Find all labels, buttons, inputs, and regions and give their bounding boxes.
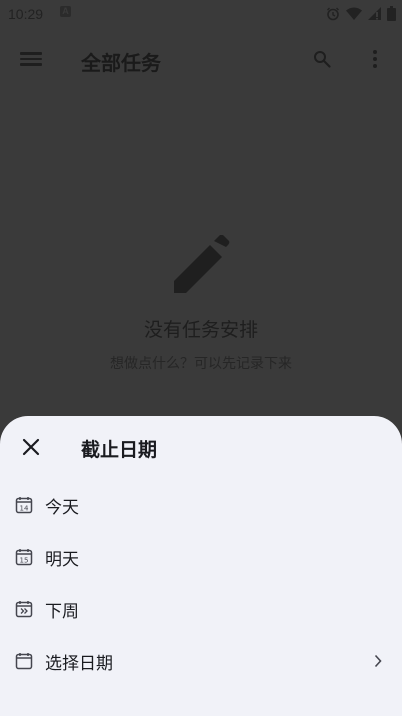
due-date-sheet: 截止日期 14 今天 15 明天 下周 选择日期	[0, 416, 402, 716]
option-today[interactable]: 14 今天	[0, 480, 402, 532]
option-next-week[interactable]: 下周	[0, 584, 402, 636]
option-label-next-week: 下周	[45, 602, 79, 622]
app-bar: 全部任务	[0, 38, 402, 82]
tomorrow-day-number: 15	[20, 557, 29, 565]
alarm-icon	[327, 7, 339, 20]
battery-icon	[387, 6, 396, 21]
today-day-number: 14	[20, 505, 29, 513]
option-pick-date[interactable]: 选择日期	[0, 636, 402, 688]
close-icon[interactable]	[22, 438, 40, 456]
calendar-today-icon: 14	[15, 497, 33, 514]
empty-title: 没有任务安排	[143, 319, 258, 341]
search-icon[interactable]	[313, 50, 331, 68]
a-badge-text: A	[62, 6, 69, 16]
option-label-today: 今天	[45, 498, 79, 518]
status-time: 10:29	[8, 6, 44, 22]
calendar-tomorrow-icon: 15	[15, 549, 33, 566]
empty-subtitle: 想做点什么？可以先记录下来	[110, 356, 292, 372]
page-title: 全部任务	[81, 51, 161, 75]
a-notification-icon: A	[60, 6, 71, 17]
signal-icon	[368, 7, 381, 20]
option-tomorrow[interactable]: 15 明天	[0, 532, 402, 584]
option-label-tomorrow: 明天	[45, 550, 79, 570]
calendar-next-week-icon	[15, 601, 33, 618]
status-bar: 10:29 A	[0, 0, 402, 28]
more-options-icon[interactable]	[370, 48, 380, 70]
option-label-pick-date: 选择日期	[45, 654, 113, 674]
calendar-icon	[15, 653, 33, 670]
chevron-right-icon	[374, 654, 382, 668]
wifi-icon	[346, 7, 362, 20]
status-icons	[326, 6, 396, 21]
menu-icon[interactable]	[20, 49, 42, 71]
pencil-icon	[174, 235, 230, 293]
sheet-title: 截止日期	[81, 439, 158, 461]
